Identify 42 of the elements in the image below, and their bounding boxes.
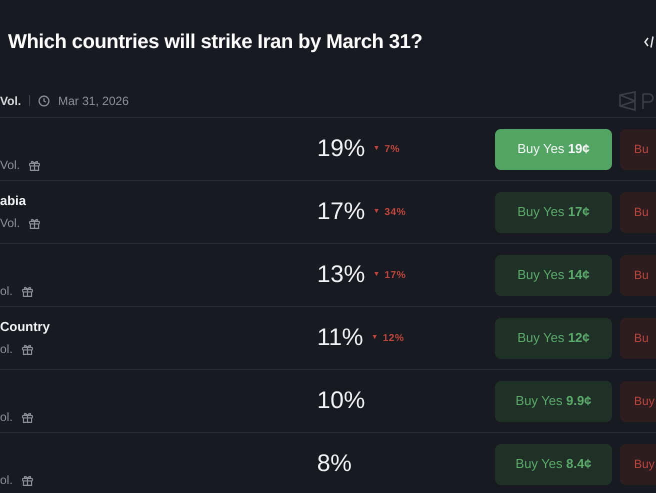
gift-icon[interactable]	[20, 410, 34, 424]
change-text: 34%	[384, 206, 406, 220]
buy-yes-button[interactable]: Buy Yes 14¢	[495, 254, 612, 296]
buy-no-button[interactable]: Buy	[620, 380, 656, 422]
outcome-name: Country	[0, 318, 51, 336]
buy-yes-button[interactable]: Buy Yes 17¢	[495, 192, 612, 232]
gift-icon[interactable]	[28, 158, 42, 172]
buy-yes-button[interactable]: Buy Yes 19¢	[495, 128, 612, 170]
buy-no-button[interactable]: Bu	[620, 254, 656, 296]
chance-percent: 19%	[317, 134, 366, 164]
volume-text: Vol.	[0, 157, 20, 174]
gift-icon[interactable]	[20, 284, 34, 298]
embed-icon[interactable]	[644, 35, 656, 49]
logo-icon	[618, 90, 656, 110]
buy-yes-button[interactable]: Buy Yes 8.4¢	[495, 444, 612, 484]
buy-no-button[interactable]: Bu	[620, 128, 656, 170]
volume-text: ol.	[0, 472, 13, 489]
buy-no-button[interactable]: Bu	[620, 192, 656, 232]
change-text: 7%	[384, 142, 400, 156]
change-text: 17%	[384, 268, 406, 282]
chance-percent: 8%	[317, 449, 352, 479]
volume-text: ol.	[0, 283, 13, 300]
buy-no-button[interactable]: Buy	[620, 444, 656, 484]
chance-percent: 17%	[317, 197, 366, 227]
end-date: Mar 31, 2026	[58, 92, 129, 110]
change-text: 12%	[382, 332, 404, 346]
chance-percent: 13%	[317, 260, 366, 290]
buy-no-button[interactable]: Bu	[620, 318, 656, 358]
chance-percent: 10%	[317, 386, 366, 416]
gift-icon[interactable]	[28, 216, 42, 230]
clock-icon	[38, 94, 50, 106]
market-title: Which countries will strike Iran by March 31?	[8, 30, 422, 55]
volume-text: Vol.	[0, 215, 20, 232]
volume-text: ol.	[0, 409, 13, 426]
chance-percent: 11%	[317, 323, 364, 353]
buy-yes-button[interactable]: Buy Yes 9.9¢	[495, 380, 612, 422]
buy-yes-button[interactable]: Buy Yes 12¢	[495, 318, 612, 358]
gift-icon[interactable]	[20, 342, 34, 356]
volume-text: ol.	[0, 341, 13, 358]
outcome-name: abia	[0, 192, 28, 210]
volume-text: Vol.	[0, 92, 22, 110]
gift-icon[interactable]	[20, 474, 34, 486]
